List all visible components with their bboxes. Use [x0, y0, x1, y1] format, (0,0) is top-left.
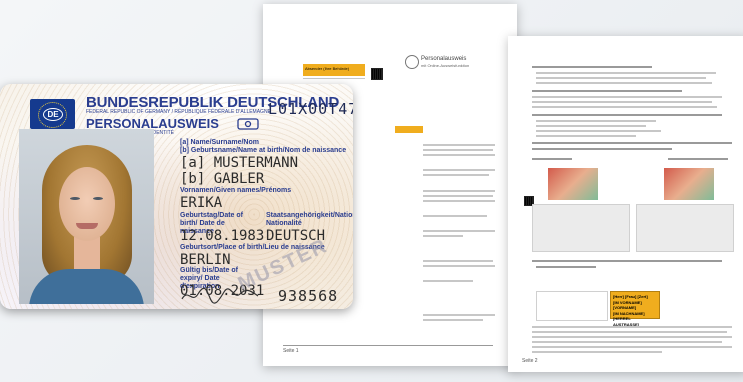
page-footer: Seite 2 [522, 358, 538, 364]
heading-line [532, 260, 722, 262]
can-number: 938568 [278, 287, 339, 305]
country-subtitle: FEDERAL REPUBLIC OF GERMANY / RÉPUBLIQUE… [86, 109, 271, 115]
given-names-label: Vornamen/Given names/Prénoms [180, 187, 292, 194]
text-line [423, 314, 495, 316]
logo-subtitle: mit Online-Ausweisfunktion [421, 63, 470, 68]
text-line [536, 120, 656, 122]
text-line [532, 336, 732, 338]
heading-line [532, 66, 652, 68]
text-line [423, 144, 495, 146]
highlight-tag [395, 126, 423, 133]
given-names-value: ERIKA [180, 195, 223, 211]
logo-title: Personalausweis [421, 56, 467, 62]
info-box [636, 204, 734, 252]
surname-value: [a] MUSTERMANN [180, 155, 299, 171]
text-line [423, 154, 495, 156]
heading-line [532, 114, 722, 116]
text-line [532, 351, 662, 353]
info-box [532, 204, 630, 252]
heading-line [536, 266, 596, 268]
id-card: DE BUNDESREPUBLIK DEUTSCHLAND FEDERAL RE… [0, 84, 353, 309]
photo-eye [93, 197, 103, 200]
pin-letter-image [548, 168, 598, 200]
text-line [423, 265, 495, 267]
text-line [423, 319, 483, 321]
signature-icon [181, 287, 259, 304]
dob-value: 12.08.1983 [180, 228, 265, 244]
text-line [423, 260, 493, 262]
sender-box: Absender (Ihre Behörde) [303, 64, 365, 76]
heading-line [532, 142, 732, 144]
text-line [423, 149, 493, 151]
photo-neck [74, 237, 100, 271]
text-line [536, 72, 716, 74]
heading-line [532, 148, 672, 150]
surname-label: [a] Name/Surname/Nom [180, 139, 259, 146]
text-line [532, 346, 732, 348]
text-line [536, 77, 706, 79]
holder-photo [19, 129, 154, 304]
birthname-label: [b] Geburtsname/Name at birth/Nom de nai… [180, 147, 347, 154]
eid-logo-icon [405, 55, 419, 69]
text-line [532, 101, 712, 103]
text-line [536, 125, 646, 127]
letter-page-2: [Herr] [Frau] [Zert] [IM VORNAME] [VORNA… [508, 36, 743, 372]
text-line [423, 169, 495, 171]
text-line [423, 215, 487, 217]
text-line [536, 130, 661, 132]
text-line [536, 82, 712, 84]
text-line [423, 200, 495, 202]
text-line [532, 96, 722, 98]
eid-chip-icon [237, 118, 259, 130]
photo-face [59, 167, 115, 241]
card-number: L01X00T47 [268, 100, 353, 118]
text-line [532, 331, 727, 333]
text-line [532, 106, 717, 108]
country-code: DE [43, 108, 63, 121]
photo-mouth [76, 223, 98, 229]
text-line [423, 195, 493, 197]
heading-line [532, 90, 682, 92]
sender-underline [303, 78, 365, 79]
heading-line [532, 158, 572, 160]
birthname-value: [b] GABLER [180, 171, 265, 187]
text-line [536, 135, 636, 137]
selection-line: [IM VORNAME] [VORNAME] [613, 299, 642, 311]
text-line [423, 190, 495, 192]
photo-shirt [29, 269, 144, 304]
selection-box: [Herr] [Frau] [Zert] [IM VORNAME] [VORNA… [610, 291, 660, 327]
pin-letter-image [664, 168, 714, 200]
qr-code-icon [371, 68, 383, 80]
heading-line [668, 158, 728, 160]
form-table [536, 291, 608, 321]
birthplace-value: BERLIN [180, 252, 231, 268]
text-line [423, 280, 473, 282]
photo-eye [70, 197, 80, 200]
eu-flag-icon: DE [30, 99, 75, 129]
text-line [423, 235, 463, 237]
page-footer: Seite 1 [283, 345, 493, 354]
text-line [532, 341, 722, 343]
text-line [532, 326, 732, 328]
nationality-label: Staatsangehörigkeit/Nationality/ Nationa… [266, 212, 353, 227]
text-line [423, 230, 495, 232]
text-line [423, 174, 489, 176]
